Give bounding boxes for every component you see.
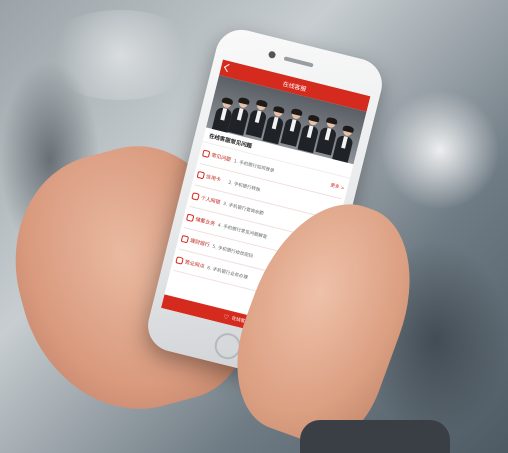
category-label: 储蓄业务 [194, 216, 216, 228]
heart-icon: ♡ [222, 312, 230, 322]
category-icon [175, 256, 184, 265]
category-item[interactable]: 营业网点 [175, 256, 208, 271]
category-label: 营业网点 [184, 259, 205, 271]
category-item[interactable]: 个人网银 [191, 192, 224, 207]
category-item[interactable]: 常见问题 [201, 149, 235, 164]
category-icon [180, 234, 190, 244]
category-label: 个人网银 [199, 195, 221, 207]
more-link[interactable]: 更多 > [330, 182, 345, 191]
photo-scene: 在线客服 在线客服常见问题 常见问题 1. 手机银行如何登录 更多 > 信用卡 … [0, 0, 508, 453]
sleeve [300, 420, 450, 453]
category-icon [191, 192, 200, 201]
category-label: 理财银行 [189, 238, 211, 249]
category-icon [201, 149, 211, 158]
category-label: 常见问题 [210, 152, 232, 164]
category-icon [185, 213, 195, 223]
category-label: 信用卡 [205, 173, 222, 184]
category-item[interactable]: 信用卡 [196, 170, 230, 186]
camera-icon [267, 50, 277, 59]
category-item[interactable]: 理财银行 [180, 234, 214, 250]
speaker-icon [283, 56, 314, 68]
background-light [380, 90, 500, 210]
category-item[interactable]: 储蓄业务 [185, 213, 219, 229]
category-icon [196, 170, 206, 180]
back-arrow-icon[interactable] [223, 63, 233, 73]
